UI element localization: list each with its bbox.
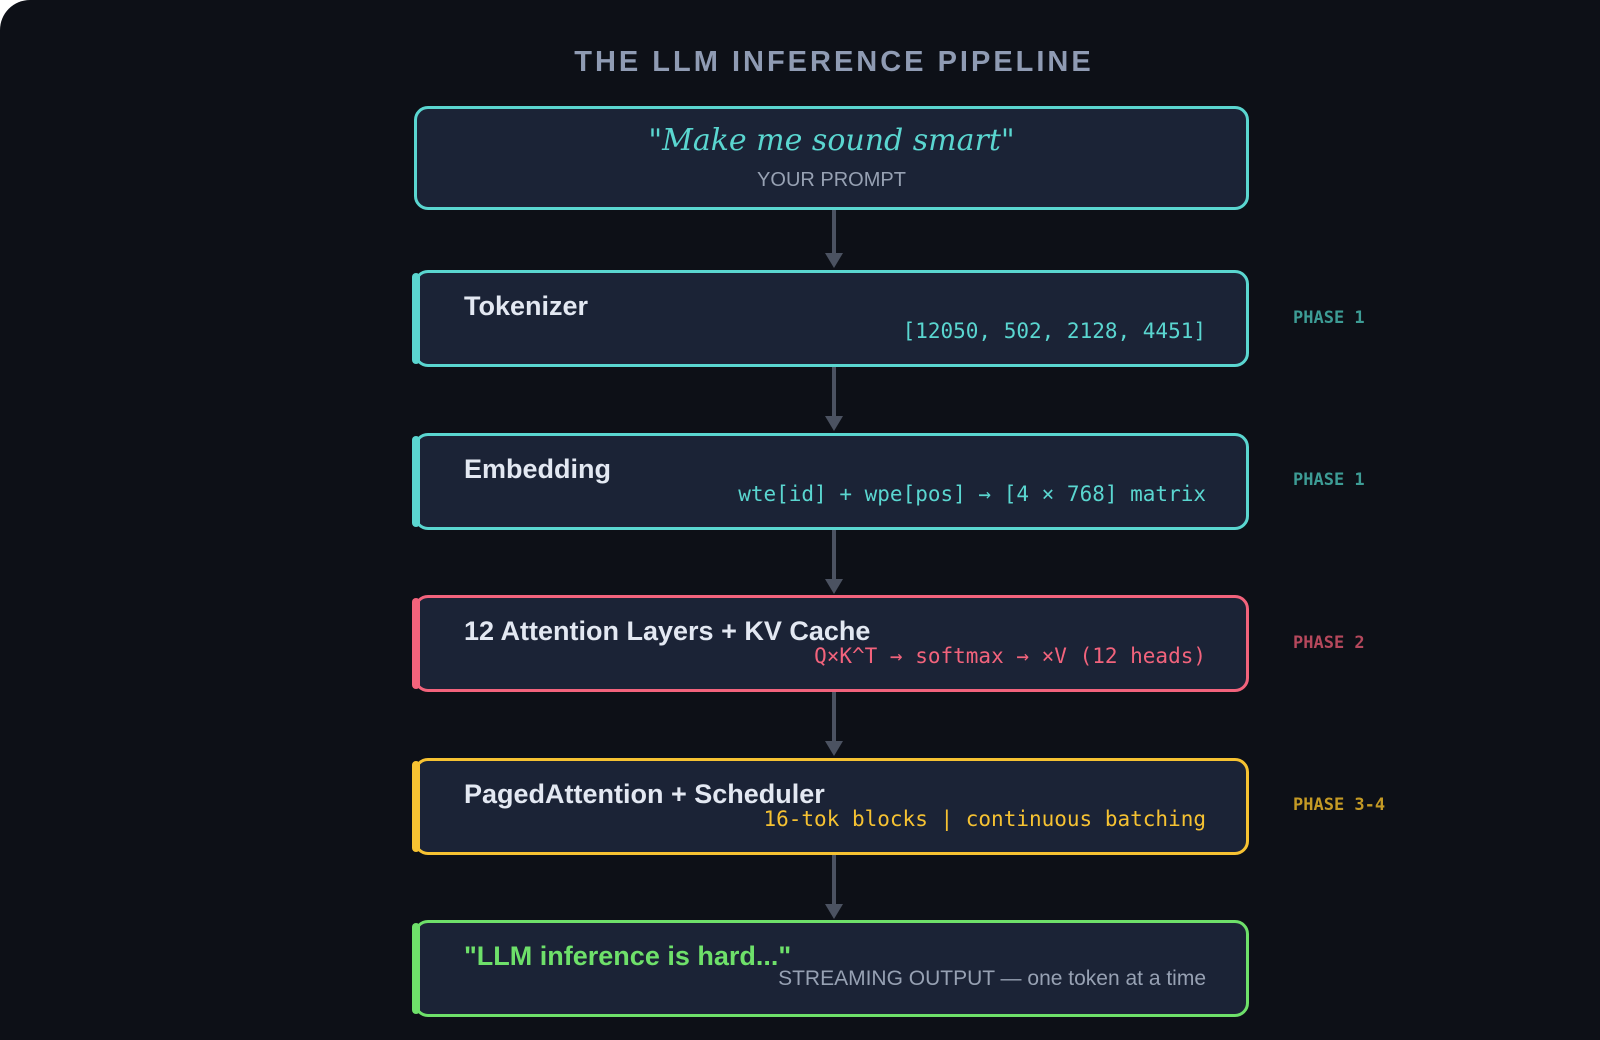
prompt-text: "Make me sound smart" [648, 123, 1015, 158]
scheduler-box: PagedAttention + Scheduler 16-tok blocks… [412, 758, 1249, 855]
output-detail: STREAMING OUTPUT — one token at a time [778, 967, 1206, 990]
connector-line [832, 530, 836, 581]
stage-detail: [12050, 502, 2128, 4451] [902, 319, 1206, 343]
output-box: "LLM inference is hard..." STREAMING OUT… [412, 920, 1249, 1017]
phase-label: PHASE 1 [1293, 308, 1365, 328]
embedding-box: Embedding wte[id] + wpe[pos] → [4 × 768]… [412, 433, 1249, 530]
pipeline-diagram: THE LLM INFERENCE PIPELINE "Make me soun… [0, 0, 1600, 1040]
connector-arrowhead [825, 741, 843, 756]
diagram-title: THE LLM INFERENCE PIPELINE [574, 46, 1094, 78]
phase-label: PHASE 1 [1293, 470, 1365, 490]
phase-label: PHASE 2 [1293, 633, 1365, 653]
attention-box: 12 Attention Layers + KV Cache Q×K^T → s… [412, 595, 1249, 692]
stage-accent-bar [412, 273, 420, 364]
prompt-label: YOUR PROMPT [757, 169, 906, 191]
connector-arrowhead [825, 904, 843, 919]
connector-line [832, 367, 836, 418]
connector-line [832, 692, 836, 743]
stage-accent-bar [412, 761, 420, 852]
prompt-box: "Make me sound smart" YOUR PROMPT [414, 106, 1249, 210]
connector-arrowhead [825, 579, 843, 594]
stage-title: 12 Attention Layers + KV Cache [464, 616, 871, 646]
stage-title: PagedAttention + Scheduler [464, 779, 825, 809]
stage-title: Tokenizer [464, 291, 589, 321]
connector-arrowhead [825, 253, 843, 268]
stage-accent-bar [412, 598, 420, 689]
output-title: "LLM inference is hard..." [464, 941, 792, 971]
tokenizer-box: Tokenizer [12050, 502, 2128, 4451] [412, 270, 1249, 367]
stage-accent-bar [412, 436, 420, 527]
phase-label: PHASE 3-4 [1293, 795, 1386, 815]
stage-detail: Q×K^T → softmax → ×V (12 heads) [814, 644, 1206, 668]
stage-title: Embedding [464, 454, 611, 484]
stage-detail: wte[id] + wpe[pos] → [4 × 768] matrix [738, 482, 1206, 506]
connector-arrowhead [825, 416, 843, 431]
connector-line [832, 855, 836, 906]
connector-line [832, 210, 836, 255]
stage-detail: 16-tok blocks | continuous batching [763, 807, 1206, 831]
stage-accent-bar [412, 923, 420, 1014]
